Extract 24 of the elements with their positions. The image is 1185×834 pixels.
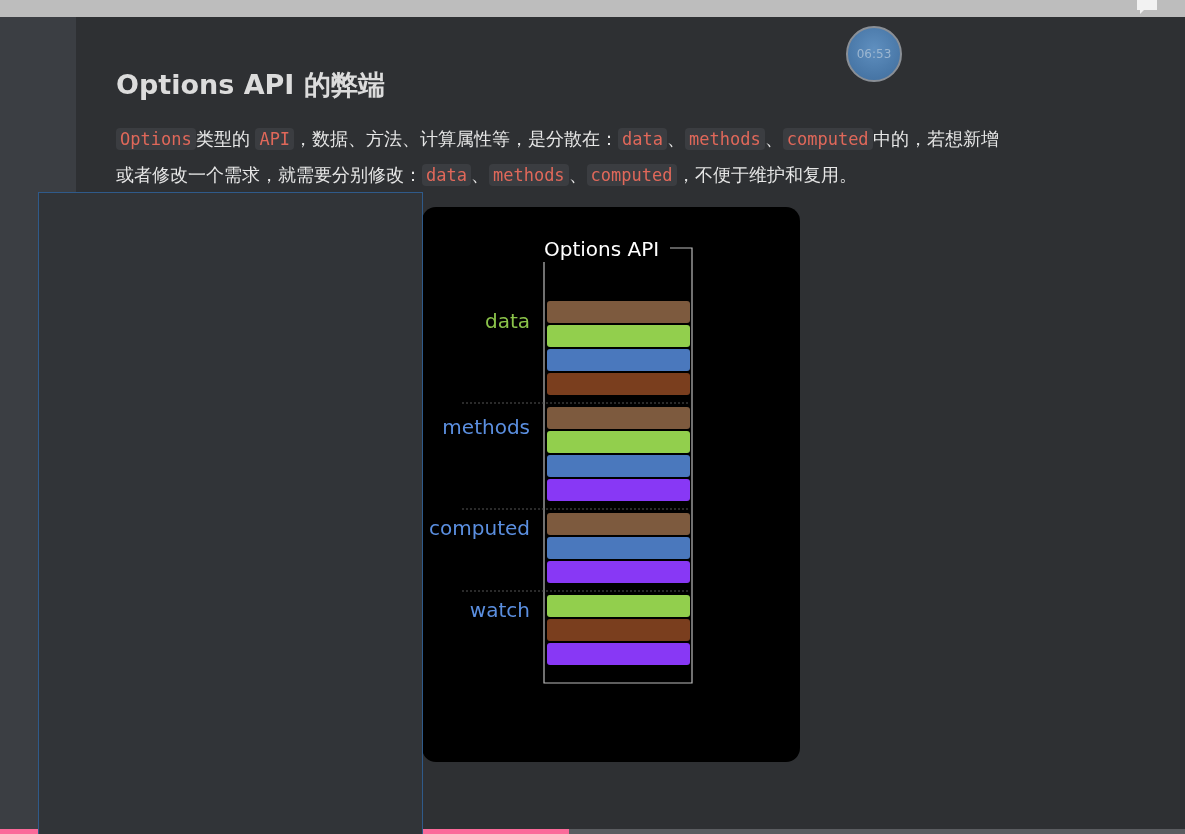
inline-code: methods: [685, 128, 765, 150]
paragraph-text: 、: [764, 128, 783, 149]
group-label: data: [484, 309, 530, 334]
group-label: computed: [429, 516, 530, 541]
inline-code: API: [255, 128, 295, 150]
group-label: methods: [442, 415, 530, 440]
inline-code: data: [618, 128, 668, 150]
paragraph-text: 中的，若想新增: [872, 128, 999, 149]
diagram-title: Options API: [544, 237, 660, 261]
paragraph-text: 、: [568, 164, 587, 185]
paragraph-text: 类型的: [195, 128, 251, 149]
inline-code: computed: [782, 128, 873, 150]
clock-badge: 06:53: [846, 26, 902, 82]
inline-code: data: [422, 164, 471, 186]
inline-code: computed: [586, 164, 677, 186]
group-label: watch: [469, 598, 530, 623]
inline-code: methods: [488, 164, 569, 186]
section-heading: Options API 的弊端: [116, 68, 386, 102]
paragraph-text: ，数据、方法、计算属性等，是分散在：: [294, 128, 619, 149]
paragraph-text: 或者修改一个需求，就需要分别修改：: [116, 164, 422, 185]
paragraph-text: 、: [470, 164, 489, 185]
paragraph-text: 、: [667, 128, 686, 149]
paragraph-text: ，不便于维护和复用。: [676, 164, 857, 185]
inline-code: Options: [116, 128, 196, 150]
